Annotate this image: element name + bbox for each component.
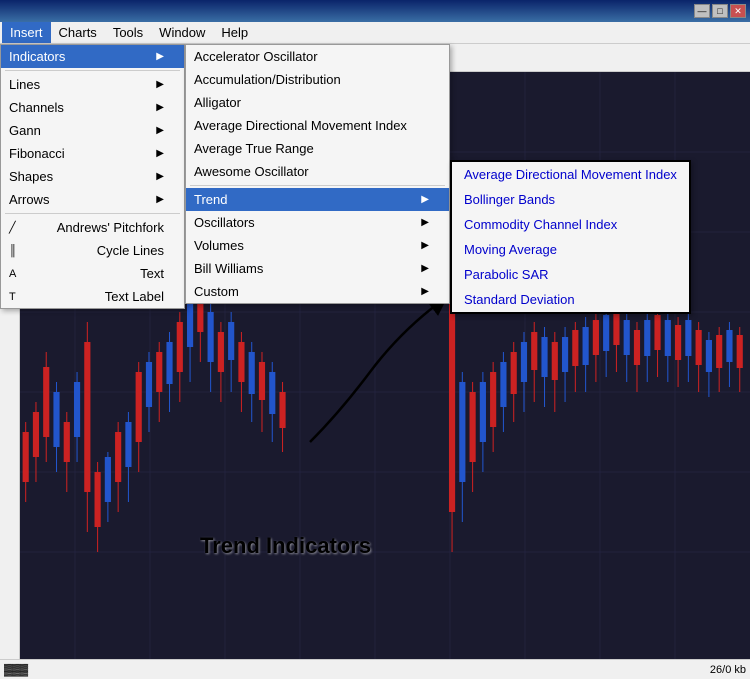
menu-insert[interactable]: Insert xyxy=(2,22,51,43)
indicator-bill-williams[interactable]: Bill Williams ▶ xyxy=(186,257,449,280)
indicator-awesome[interactable]: Awesome Oscillator xyxy=(186,160,449,183)
indicator-admi[interactable]: Average Directional Movement Index xyxy=(186,114,449,137)
oscillators-arrow: ▶ xyxy=(421,217,429,228)
maximize-button[interactable]: □ xyxy=(712,4,728,18)
gann-arrow: ▶ xyxy=(156,125,164,136)
indicator-trend[interactable]: Trend ▶ xyxy=(186,188,449,211)
menu-tools[interactable]: Tools xyxy=(105,22,151,43)
indicator-accumulation[interactable]: Accumulation/Distribution xyxy=(186,68,449,91)
menu-gann[interactable]: Gann ▶ xyxy=(1,119,184,142)
insert-menu: Indicators ▶ Lines ▶ Channels ▶ Gann ▶ F… xyxy=(0,44,185,309)
custom-arrow: ▶ xyxy=(421,286,429,297)
menu-sep-2 xyxy=(5,213,180,214)
pitchfork-icon: ╱ xyxy=(9,221,25,234)
bill-williams-arrow: ▶ xyxy=(421,263,429,274)
trend-psar[interactable]: Parabolic SAR xyxy=(452,262,689,287)
trend-admi[interactable]: Average Directional Movement Index xyxy=(452,162,689,187)
menu-channels[interactable]: Channels ▶ xyxy=(1,96,184,119)
menu-text-label[interactable]: T Text Label xyxy=(1,285,184,308)
indicators-menu: Accelerator Oscillator Accumulation/Dist… xyxy=(185,44,450,304)
l2-sep xyxy=(190,185,445,186)
menu-arrows[interactable]: Arrows ▶ xyxy=(1,188,184,211)
menu-help[interactable]: Help xyxy=(213,22,256,43)
trend-ma[interactable]: Moving Average xyxy=(452,237,689,262)
title-bar-controls: — □ ✕ xyxy=(694,4,746,18)
close-button[interactable]: ✕ xyxy=(730,4,746,18)
text-label-icon: T xyxy=(9,291,25,303)
indicator-oscillators[interactable]: Oscillators ▶ xyxy=(186,211,449,234)
menu-text[interactable]: A Text xyxy=(1,262,184,285)
menu-fibonacci[interactable]: Fibonacci ▶ xyxy=(1,142,184,165)
menu-cycle-lines[interactable]: ║ Cycle Lines xyxy=(1,239,184,262)
menu-window[interactable]: Window xyxy=(151,22,213,43)
trend-stddev[interactable]: Standard Deviation xyxy=(452,287,689,312)
indicator-atr[interactable]: Average True Range xyxy=(186,137,449,160)
trend-menu: Average Directional Movement Index Bolli… xyxy=(450,160,691,314)
text-icon: A xyxy=(9,268,25,280)
indicator-custom[interactable]: Custom ▶ xyxy=(186,280,449,303)
cycle-icon: ║ xyxy=(9,245,25,257)
shapes-arrow: ▶ xyxy=(156,171,164,182)
lines-arrow: ▶ xyxy=(156,79,164,90)
fibonacci-arrow: ▶ xyxy=(156,148,164,159)
menu-pitchfork[interactable]: ╱ Andrews' Pitchfork xyxy=(1,216,184,239)
menu-sep-1 xyxy=(5,70,180,71)
arrows-arrow: ▶ xyxy=(156,194,164,205)
status-bar-info: 26/0 kb xyxy=(710,664,746,676)
menu-indicators[interactable]: Indicators ▶ xyxy=(1,45,184,68)
trend-arrow-icon: ▶ xyxy=(421,194,429,205)
indicator-accelerator[interactable]: Accelerator Oscillator xyxy=(186,45,449,68)
channels-arrow: ▶ xyxy=(156,102,164,113)
trend-annotation: Trend Indicators xyxy=(200,533,371,559)
menu-bar: Insert Charts Tools Window Help xyxy=(0,22,750,44)
volumes-arrow: ▶ xyxy=(421,240,429,251)
indicator-alligator[interactable]: Alligator xyxy=(186,91,449,114)
minimize-button[interactable]: — xyxy=(694,4,710,18)
status-bar: ▓▓▓ 26/0 kb xyxy=(0,659,750,679)
menu-lines[interactable]: Lines ▶ xyxy=(1,73,184,96)
title-bar: — □ ✕ xyxy=(0,0,750,22)
menu-charts[interactable]: Charts xyxy=(51,22,105,43)
trend-cci[interactable]: Commodity Channel Index xyxy=(452,212,689,237)
menu-shapes[interactable]: Shapes ▶ xyxy=(1,165,184,188)
trend-bollinger[interactable]: Bollinger Bands xyxy=(452,187,689,212)
status-bar-grip: ▓▓▓ xyxy=(4,664,28,676)
indicator-volumes[interactable]: Volumes ▶ xyxy=(186,234,449,257)
indicators-arrow: ▶ xyxy=(156,51,164,62)
